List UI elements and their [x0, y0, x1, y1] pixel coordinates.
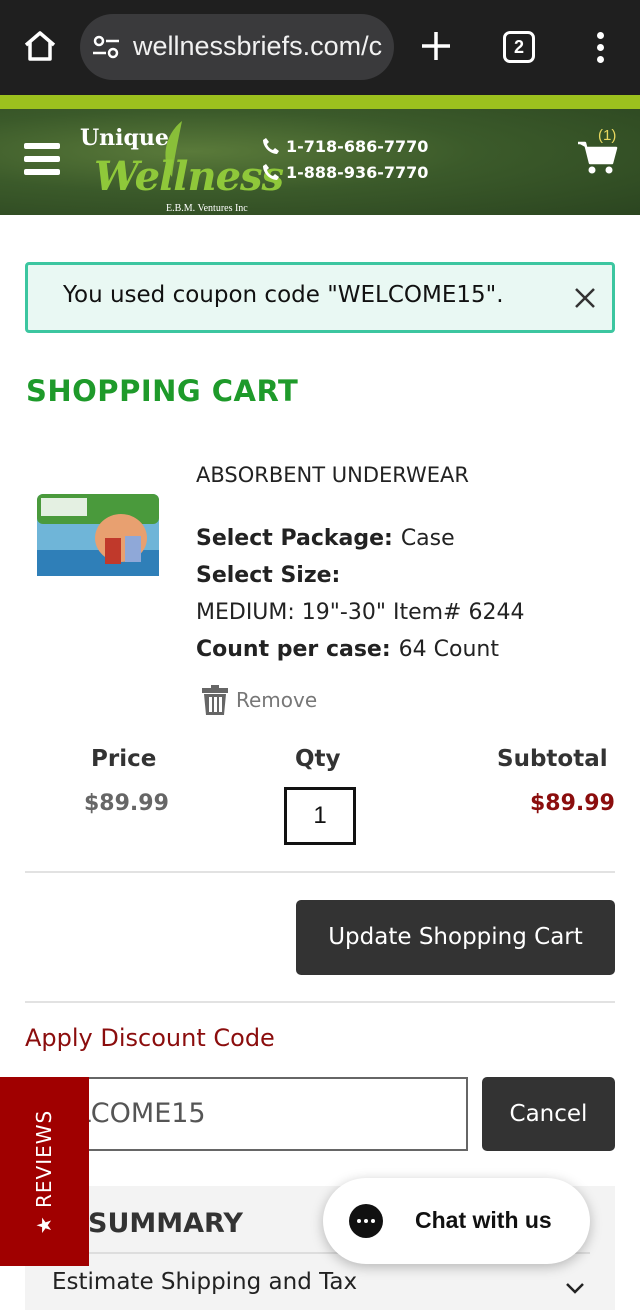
count-label: Count per case:: [196, 637, 391, 662]
divider: [25, 871, 615, 873]
phone-line-2[interactable]: 1-888-936-7770: [262, 159, 428, 185]
logo-unique-text: Unique: [80, 125, 169, 151]
item-price: $89.99: [84, 791, 169, 816]
logo-company-text: E.B.M. Ventures Inc: [166, 203, 248, 214]
reviews-tab[interactable]: ★ REVIEWS: [0, 1077, 89, 1266]
chat-label: Chat with us: [415, 1207, 552, 1233]
discount-code-input[interactable]: WELCOME15: [60, 1077, 468, 1151]
size-label: Select Size:: [196, 563, 341, 588]
divider: [25, 1001, 615, 1003]
product-image[interactable]: [33, 490, 163, 580]
estimate-shipping-toggle[interactable]: Estimate Shipping and Tax: [52, 1269, 357, 1295]
summary-title: SUMMARY: [88, 1208, 243, 1239]
product-options: Select Package: Case Select Size: MEDIUM:…: [196, 526, 524, 674]
package-value: Case: [400, 526, 455, 551]
item-subtotal: $89.99: [530, 791, 615, 816]
cancel-coupon-button[interactable]: Cancel: [482, 1077, 615, 1151]
site-logo[interactable]: Unique Wellness E.B.M. Ventures Inc: [80, 117, 284, 214]
header-accent-bar: [0, 95, 640, 109]
trash-icon: [202, 685, 228, 715]
page-title: SHOPPING CART: [26, 374, 299, 408]
product-name[interactable]: ABSORBENT UNDERWEAR: [196, 463, 469, 487]
phone-number: 1-888-936-7770: [286, 162, 429, 182]
address-bar[interactable]: wellnessbriefs.com/c: [80, 14, 394, 80]
chat-widget-button[interactable]: Chat with us: [323, 1178, 590, 1264]
phone-icon: [263, 138, 279, 154]
count-value: 64 Count: [398, 637, 499, 662]
tab-switcher-button[interactable]: 2: [503, 31, 535, 63]
more-options-icon[interactable]: [590, 32, 610, 64]
chat-bubble-icon: [349, 1204, 383, 1238]
logo-wellness-text: Wellness: [94, 153, 284, 200]
phone-icon: [263, 164, 279, 180]
new-tab-icon[interactable]: [418, 28, 454, 64]
update-cart-button[interactable]: Update Shopping Cart: [296, 900, 615, 975]
menu-icon[interactable]: [24, 143, 60, 179]
site-header: Unique Wellness E.B.M. Ventures Inc 1-71…: [0, 109, 640, 215]
coupon-notice: You used coupon code "WELCOME15".: [25, 262, 615, 333]
chevron-down-icon[interactable]: [563, 1276, 587, 1300]
remove-label: Remove: [236, 688, 318, 712]
subtotal-header: Subtotal: [497, 746, 608, 772]
package-label: Select Package:: [196, 526, 393, 551]
size-value: MEDIUM: 19"-30" Item# 6244: [196, 600, 525, 625]
browser-toolbar: wellnessbriefs.com/c 2: [0, 0, 640, 95]
home-icon[interactable]: [22, 28, 58, 64]
discount-code-toggle[interactable]: Apply Discount Code: [25, 1024, 275, 1052]
qty-header: Qty: [295, 746, 341, 772]
price-header: Price: [91, 746, 157, 772]
quantity-input[interactable]: 1: [284, 787, 356, 845]
cart-count-badge: (1): [598, 127, 617, 144]
url-text: wellnessbriefs.com/c: [133, 31, 383, 61]
phone-line-1[interactable]: 1-718-686-7770: [262, 133, 428, 159]
site-settings-icon[interactable]: [92, 35, 120, 59]
coupon-notice-message: You used coupon code "WELCOME15".: [63, 282, 504, 308]
reviews-tab-label: ★ REVIEWS: [32, 1109, 56, 1235]
close-icon[interactable]: [573, 286, 597, 310]
phone-number: 1-718-686-7770: [286, 136, 429, 156]
phone-numbers: 1-718-686-7770 1-888-936-7770: [262, 133, 428, 185]
remove-item-button[interactable]: Remove: [200, 684, 317, 716]
